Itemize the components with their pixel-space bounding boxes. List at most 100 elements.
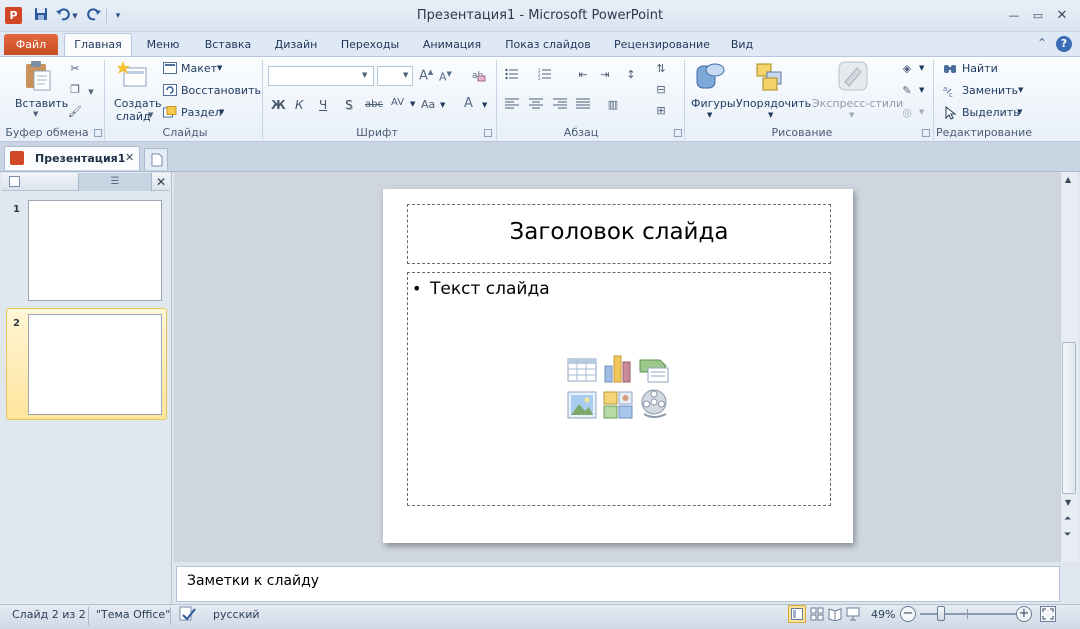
slide-count-status[interactable]: Слайд 2 из 2 bbox=[12, 608, 86, 621]
layout-button[interactable]: Макет bbox=[181, 62, 217, 75]
bullets-icon[interactable] bbox=[505, 68, 519, 82]
zoom-slider-thumb[interactable] bbox=[937, 606, 945, 621]
drawing-launcher-icon[interactable] bbox=[922, 129, 930, 137]
layout-icon[interactable] bbox=[163, 62, 177, 76]
strikethrough-button[interactable]: abc bbox=[365, 99, 383, 110]
insert-clipart-icon[interactable] bbox=[602, 390, 634, 420]
shape-effects-icon[interactable]: ◎ bbox=[900, 106, 914, 120]
align-center-icon[interactable] bbox=[529, 98, 543, 112]
scrollbar-thumb[interactable] bbox=[1062, 342, 1076, 494]
paste-dropdown-icon[interactable]: ▼ bbox=[33, 110, 38, 118]
clear-formatting-icon[interactable]: ab bbox=[472, 68, 486, 82]
clipboard-launcher-icon[interactable] bbox=[94, 129, 102, 137]
new-slide-dropdown-icon[interactable]: ▼ bbox=[148, 111, 153, 119]
quick-styles-icon[interactable] bbox=[837, 60, 869, 92]
section-button[interactable]: Раздел bbox=[181, 106, 222, 119]
shapes-button[interactable]: Фигуры bbox=[691, 97, 736, 110]
italic-button[interactable]: К bbox=[295, 98, 304, 112]
close-icon[interactable]: ✕ bbox=[1051, 8, 1073, 24]
fit-to-window-icon[interactable] bbox=[1040, 606, 1056, 622]
close-tab-icon[interactable]: ✕ bbox=[125, 151, 134, 164]
zoom-slider-track[interactable] bbox=[920, 613, 1016, 615]
bold-button[interactable]: Ж bbox=[271, 98, 286, 112]
reset-icon[interactable] bbox=[163, 84, 177, 98]
zoom-in-icon[interactable]: + bbox=[1016, 606, 1032, 622]
zoom-out-icon[interactable]: − bbox=[900, 606, 916, 622]
insert-media-icon[interactable] bbox=[638, 388, 670, 420]
text-direction-icon[interactable]: ⇅ bbox=[654, 62, 668, 76]
reading-view-icon[interactable] bbox=[828, 607, 842, 622]
tab-animation[interactable]: Анимация bbox=[416, 36, 488, 56]
tab-menu[interactable]: Меню bbox=[140, 36, 186, 56]
new-slide-icon[interactable] bbox=[116, 60, 148, 90]
content-placeholder[interactable]: • Текст слайда bbox=[407, 272, 831, 506]
copy-dropdown-icon[interactable]: ▼ bbox=[84, 85, 98, 99]
insert-smartart-icon[interactable] bbox=[638, 356, 670, 384]
arrange-dropdown-icon[interactable]: ▼ bbox=[768, 111, 773, 119]
quick-styles-dropdown-icon[interactable]: ▼ bbox=[849, 111, 854, 119]
minimize-icon[interactable]: — bbox=[1003, 8, 1025, 24]
arrange-button[interactable]: Упорядочить bbox=[736, 97, 811, 110]
title-placeholder[interactable]: Заголовок слайда bbox=[407, 204, 831, 264]
char-spacing-dropdown-icon[interactable]: ▼ bbox=[410, 100, 415, 108]
language-status[interactable]: русский bbox=[213, 608, 260, 621]
grow-font-icon[interactable]: A▲ bbox=[419, 68, 433, 83]
insert-picture-icon[interactable] bbox=[566, 390, 598, 420]
normal-view-icon[interactable] bbox=[788, 605, 806, 623]
find-button[interactable]: Найти bbox=[962, 62, 998, 75]
shape-outline-dropdown-icon[interactable]: ▼ bbox=[919, 86, 924, 94]
new-slide-button[interactable]: Создать bbox=[114, 97, 162, 110]
insert-chart-icon[interactable] bbox=[602, 354, 634, 384]
char-spacing-button[interactable]: AV bbox=[391, 97, 404, 108]
shape-fill-dropdown-icon[interactable]: ▼ bbox=[919, 64, 924, 72]
decrease-indent-icon[interactable]: ⇤ bbox=[576, 68, 590, 82]
font-color-dropdown-icon[interactable]: ▼ bbox=[482, 101, 487, 109]
shrink-font-icon[interactable]: A▼ bbox=[439, 70, 452, 84]
select-icon[interactable] bbox=[943, 105, 957, 120]
tab-insert[interactable]: Вставка bbox=[198, 36, 258, 56]
font-name-combo[interactable] bbox=[268, 66, 374, 86]
select-dropdown-icon[interactable]: ▼ bbox=[1017, 108, 1022, 116]
font-launcher-icon[interactable] bbox=[484, 129, 492, 137]
theme-status[interactable]: "Тема Office" bbox=[96, 608, 170, 621]
spelling-check-icon[interactable] bbox=[179, 606, 197, 624]
previous-slide-icon[interactable]: ⏶ bbox=[1064, 514, 1071, 524]
justify-icon[interactable] bbox=[576, 98, 590, 112]
quick-styles-button[interactable]: Экспресс-стили bbox=[812, 97, 903, 110]
tab-slideshow[interactable]: Показ слайдов bbox=[500, 36, 596, 56]
font-color-button[interactable]: A bbox=[464, 96, 473, 111]
help-icon[interactable]: ? bbox=[1056, 36, 1072, 52]
font-size-dropdown-icon[interactable]: ▼ bbox=[403, 71, 408, 79]
replace-button[interactable]: Заменить bbox=[962, 84, 1018, 97]
paragraph-launcher-icon[interactable] bbox=[674, 129, 682, 137]
columns-icon[interactable]: ▥ bbox=[606, 98, 620, 112]
minimize-ribbon-icon[interactable]: ⌃ bbox=[1037, 36, 1047, 50]
tab-file[interactable]: Файл bbox=[4, 34, 58, 55]
tab-review[interactable]: Рецензирование bbox=[608, 36, 716, 56]
paste-button[interactable]: Вставить bbox=[15, 97, 68, 110]
shape-outline-icon[interactable]: ✎ bbox=[900, 84, 914, 98]
shapes-icon[interactable] bbox=[695, 62, 727, 92]
slide-sorter-view-icon[interactable] bbox=[810, 607, 824, 621]
paste-icon[interactable] bbox=[23, 60, 53, 92]
layout-dropdown-icon[interactable]: ▼ bbox=[217, 64, 222, 72]
reset-button[interactable]: Восстановить bbox=[181, 84, 261, 97]
align-text-icon[interactable]: ⊟ bbox=[654, 83, 668, 97]
slide-thumbnail-2[interactable] bbox=[28, 314, 162, 415]
change-case-dropdown-icon[interactable]: ▼ bbox=[440, 101, 445, 109]
tab-design[interactable]: Дизайн bbox=[268, 36, 324, 56]
cut-icon[interactable]: ✂ bbox=[68, 62, 82, 76]
shapes-dropdown-icon[interactable]: ▼ bbox=[707, 111, 712, 119]
new-document-tab[interactable] bbox=[144, 148, 168, 170]
section-icon[interactable] bbox=[163, 106, 177, 120]
replace-icon[interactable]: ac bbox=[943, 84, 957, 99]
next-slide-icon[interactable]: ⏷ bbox=[1064, 530, 1071, 540]
tab-view[interactable]: Вид bbox=[726, 36, 758, 56]
smartart-convert-icon[interactable]: ⊞ bbox=[654, 104, 668, 118]
align-left-icon[interactable] bbox=[505, 98, 519, 112]
slide-thumbnail-1[interactable] bbox=[28, 200, 162, 301]
arrange-icon[interactable] bbox=[755, 62, 787, 92]
increase-indent-icon[interactable]: ⇥ bbox=[598, 68, 612, 82]
numbering-icon[interactable]: 123 bbox=[538, 68, 552, 82]
underline-button[interactable]: Ч bbox=[319, 98, 327, 112]
